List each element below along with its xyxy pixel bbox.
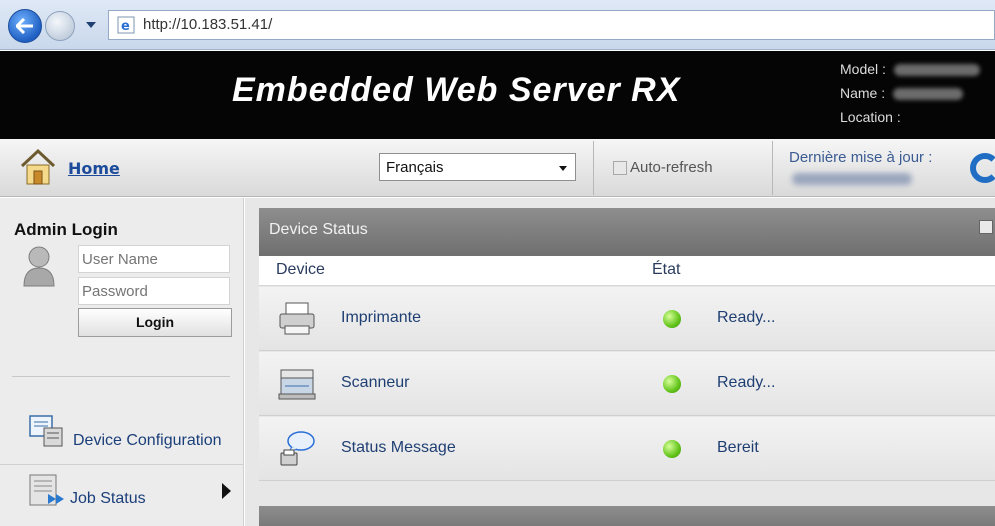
admin-login-title: Admin Login: [14, 220, 118, 239]
expand-arrow-icon[interactable]: [222, 483, 231, 499]
browser-toolbar: e http://10.183.51.41/: [0, 0, 995, 50]
app-header: Embedded Web Server RX Model : Name : Lo…: [0, 51, 995, 139]
status-led-icon: [663, 375, 681, 393]
status-message-icon: [280, 431, 315, 466]
location-label: Location :: [840, 109, 901, 125]
back-button[interactable]: [8, 9, 42, 43]
collapse-icon[interactable]: [979, 220, 993, 234]
toolbar-divider: [593, 141, 594, 195]
next-panel-header: [259, 506, 995, 526]
auto-refresh-label: Auto-refresh: [630, 159, 713, 176]
model-label: Model :: [840, 61, 886, 77]
chevron-down-icon: [559, 166, 567, 171]
url-text: http://10.183.51.41/: [143, 16, 273, 33]
device-state: Ready...: [717, 374, 776, 391]
last-update-value-redacted: [792, 173, 912, 185]
device-configuration-icon: [29, 415, 63, 447]
home-link[interactable]: Home: [68, 159, 120, 178]
language-selected-value: Français: [386, 159, 444, 176]
sidebar-item-label: Job Status: [70, 490, 146, 507]
auto-refresh-checkbox[interactable]: [613, 161, 627, 175]
username-input[interactable]: [78, 245, 230, 273]
page-title: Embedded Web Server RX: [232, 71, 681, 109]
device-name[interactable]: Imprimante: [341, 309, 421, 327]
name-value-redacted: [893, 88, 964, 101]
table-row: Status Message Bereit: [259, 417, 995, 481]
toolbar-divider: [772, 141, 773, 195]
scanner-icon: [278, 369, 316, 400]
history-dropdown-icon[interactable]: [86, 22, 96, 28]
table-header: Device État: [259, 256, 995, 286]
device-state: Ready...: [717, 309, 776, 326]
device-name[interactable]: Status Message: [341, 439, 456, 457]
address-bar[interactable]: e http://10.183.51.41/: [108, 10, 995, 40]
status-led-icon: [663, 440, 681, 458]
login-button[interactable]: Login: [78, 308, 232, 337]
table-row: Scanneur Ready...: [259, 352, 995, 416]
model-value-redacted: [893, 64, 980, 77]
home-icon[interactable]: [20, 148, 56, 186]
sidebar-item-device-configuration[interactable]: Device Configuration: [0, 412, 244, 470]
sidebar-item-job-status[interactable]: Job Status: [0, 464, 244, 522]
column-header-device: Device: [276, 261, 325, 278]
device-status-header: Device Status: [259, 208, 995, 256]
sidebar-divider: [12, 376, 230, 377]
main-content: Device Status Device État Imprimante Rea…: [245, 198, 995, 526]
ie-page-icon: e: [117, 16, 135, 34]
device-name[interactable]: Scanneur: [341, 374, 410, 392]
language-select[interactable]: Français: [379, 153, 576, 181]
column-header-state: État: [652, 261, 681, 278]
name-label: Name :: [840, 85, 886, 101]
device-state: Bereit: [717, 439, 759, 456]
sidebar-item-label: Device Configuration: [73, 432, 222, 449]
svg-text:e: e: [121, 19, 130, 34]
forward-button[interactable]: [45, 11, 75, 41]
job-status-icon: [29, 474, 64, 506]
password-input[interactable]: [78, 277, 230, 305]
status-led-icon: [663, 310, 681, 328]
main-toolbar: Home Français Auto-refresh Dernière mise…: [0, 139, 995, 197]
refresh-icon[interactable]: [970, 153, 995, 183]
device-info: Model : Name : Location :: [840, 57, 980, 129]
last-update-label: Dernière mise à jour :: [789, 149, 933, 166]
user-avatar-icon: [23, 246, 55, 287]
device-status-title: Device Status: [269, 221, 368, 238]
table-row: Imprimante Ready...: [259, 287, 995, 351]
arrow-left-icon: [16, 18, 33, 34]
printer-icon: [279, 302, 315, 335]
sidebar: Admin Login Login Device Configuration J…: [0, 198, 244, 526]
